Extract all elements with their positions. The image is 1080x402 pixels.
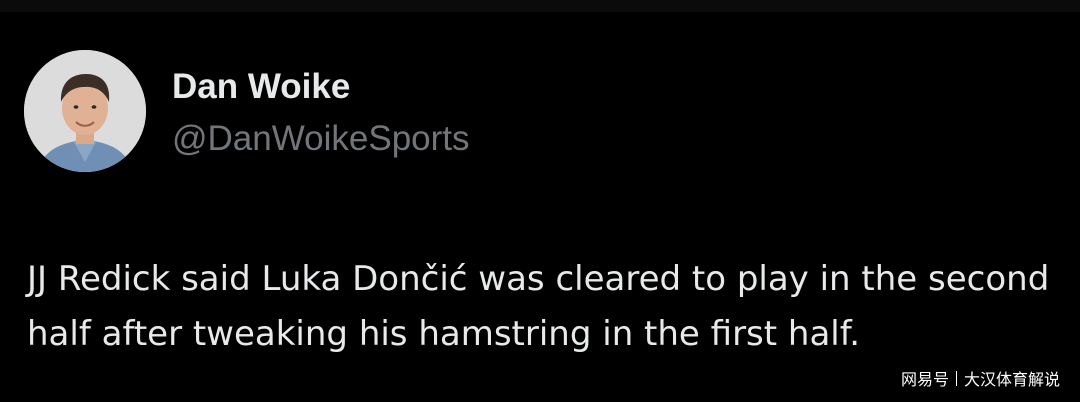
avatar[interactable] bbox=[24, 50, 146, 172]
watermark-account: 大汉体育解说 bbox=[963, 370, 1060, 389]
avatar-image bbox=[24, 50, 146, 172]
watermark-brand: 网易号 bbox=[900, 370, 949, 389]
author-block: Dan Woike @DanWoikeSports bbox=[172, 66, 470, 160]
author-handle[interactable]: @DanWoikeSports bbox=[172, 118, 470, 160]
author-display-name[interactable]: Dan Woike bbox=[172, 66, 470, 108]
watermark: 网易号 大汉体育解说 bbox=[901, 366, 1060, 390]
watermark-divider bbox=[955, 370, 957, 386]
tweet-text: JJ Redick said Luka Dončić was cleared t… bbox=[27, 259, 1050, 354]
tweet-card: Dan Woike @DanWoikeSports JJ Redick said… bbox=[0, 0, 1080, 402]
